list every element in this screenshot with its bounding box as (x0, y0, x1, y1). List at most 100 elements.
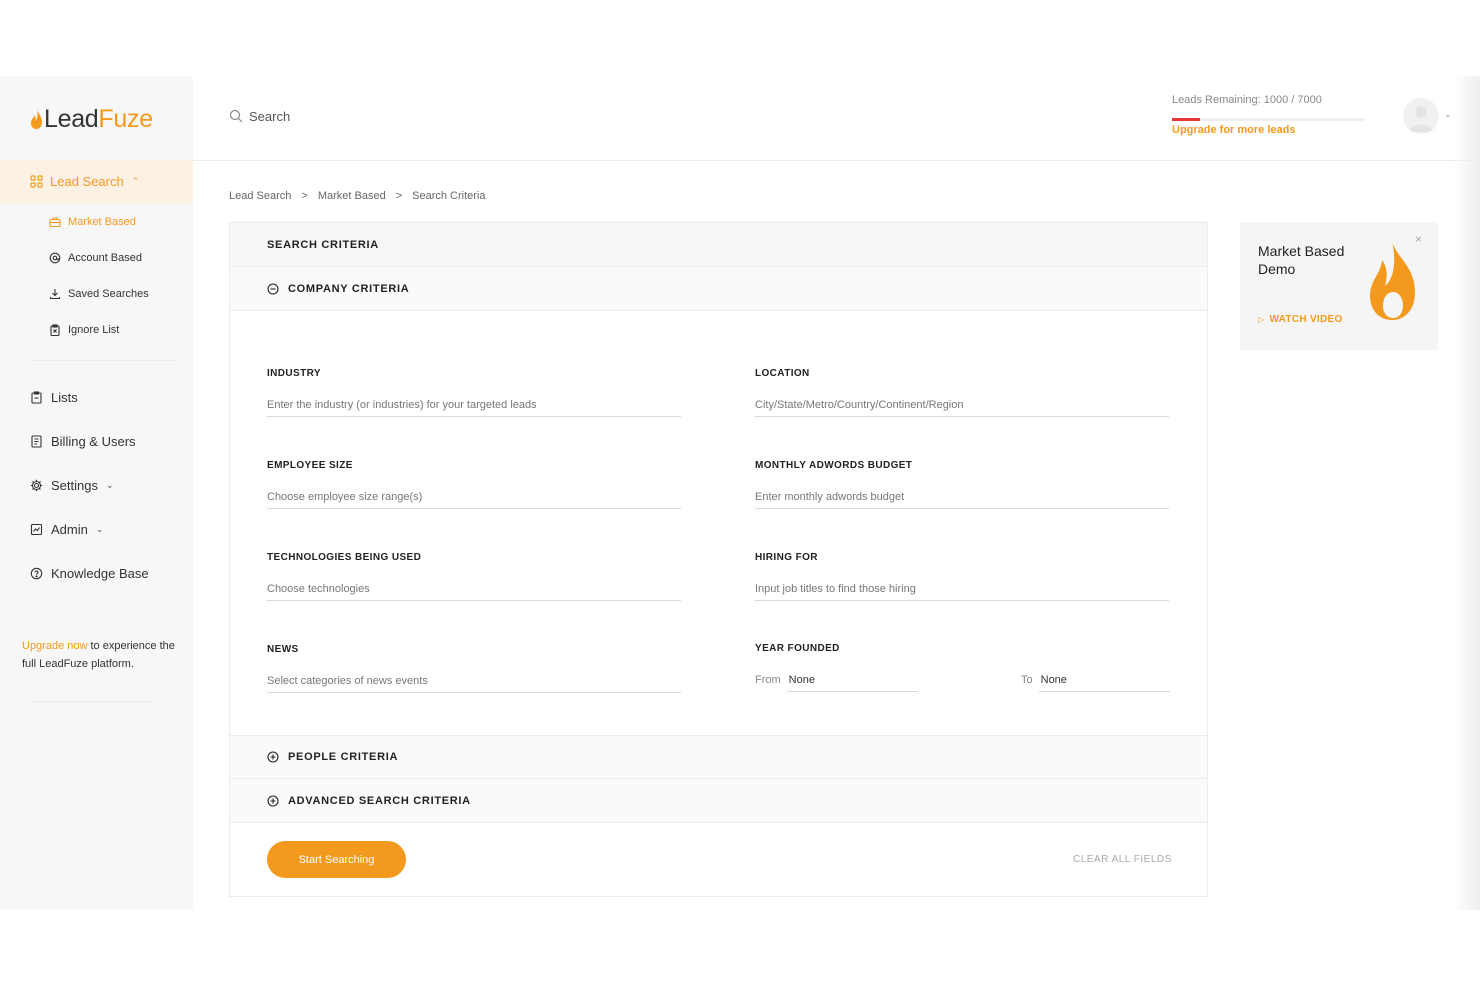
sidebar-item-account-based[interactable]: Account Based (0, 240, 193, 276)
chevron-down-icon: ⌄ (95, 523, 104, 534)
year-from-label: From (755, 674, 781, 686)
sidebar-item-label: Market Based (68, 216, 136, 228)
logo-text-lead: Lead (44, 104, 99, 133)
sidebar-item-admin[interactable]: Admin ⌄ (0, 507, 193, 551)
start-searching-button[interactable]: Start Searching (267, 841, 406, 878)
sidebar-divider (30, 360, 178, 361)
avatar[interactable] (1403, 98, 1439, 134)
flame-logo-icon (31, 109, 42, 129)
leads-progress-fill (1172, 118, 1200, 121)
demo-video-card: Market Based Demo × ▷ WATCH VIDEO (1240, 222, 1438, 350)
watch-video-link[interactable]: ▷ WATCH VIDEO (1258, 314, 1343, 325)
sidebar-item-label: Admin (51, 521, 88, 537)
location-label: LOCATION (755, 368, 810, 379)
top-header: Leads Remaining: 1000 / 7000 Upgrade for… (193, 76, 1480, 161)
sidebar-item-label: Billing & Users (51, 433, 136, 449)
year-founded-label: YEAR FOUNDED (755, 643, 840, 654)
gear-icon (30, 479, 43, 492)
user-icon (1409, 106, 1433, 132)
section-label: ADVANCED SEARCH CRITERIA (288, 794, 471, 807)
news-input[interactable] (267, 669, 681, 693)
news-label: NEWS (267, 644, 299, 655)
sidebar-divider (30, 701, 155, 702)
edge-shadow (1452, 76, 1480, 910)
year-to-group: To (1021, 668, 1170, 692)
hiring-for-input[interactable] (755, 577, 1169, 601)
sidebar-item-market-based[interactable]: Market Based (0, 204, 193, 240)
sidebar-item-saved-searches[interactable]: Saved Searches (0, 276, 193, 312)
sidebar-item-label: Account Based (68, 252, 142, 264)
upgrade-note: Upgrade now to experience the full LeadF… (22, 637, 182, 673)
search-criteria-card: SEARCH CRITERIA COMPANY CRITERIA INDUSTR… (229, 222, 1208, 897)
technologies-label: TECHNOLOGIES BEING USED (267, 552, 422, 563)
app-window: Lead Fuze Lead Search ⌃ Market Based Acco… (0, 76, 1480, 910)
year-to-label: To (1021, 674, 1033, 686)
sidebar-item-label: Saved Searches (68, 288, 149, 300)
receipt-icon (30, 434, 43, 448)
industry-label: INDUSTRY (267, 368, 321, 379)
adwords-budget-field: MONTHLY ADWORDS BUDGET (755, 460, 1169, 509)
year-from-group: From (755, 668, 918, 692)
plus-circle-icon (267, 794, 279, 807)
sidebar-item-settings[interactable]: Settings ⌄ (0, 463, 193, 507)
sidebar-item-billing-users[interactable]: Billing & Users (0, 419, 193, 463)
location-input[interactable] (755, 393, 1169, 417)
sidebar-item-label: Lead Search (50, 174, 124, 189)
breadcrumb: Lead Search > Market Based > Search Crit… (229, 190, 486, 202)
technologies-input[interactable] (267, 577, 681, 601)
hiring-for-label: HIRING FOR (755, 552, 818, 563)
sidebar-item-label: Lists (51, 389, 78, 405)
adwords-budget-input[interactable] (755, 485, 1169, 509)
briefcase-icon (49, 216, 61, 228)
hiring-for-field: HIRING FOR (755, 552, 1169, 601)
sidebar-item-lead-search[interactable]: Lead Search ⌃ (0, 160, 193, 203)
breadcrumb-lead-search[interactable]: Lead Search (229, 190, 291, 202)
sidebar-item-ignore-list[interactable]: Ignore List (0, 312, 193, 348)
breadcrumb-search-criteria: Search Criteria (412, 190, 486, 202)
breadcrumb-separator-icon: > (301, 190, 308, 202)
logo-text-fuze: Fuze (98, 104, 153, 133)
industry-field: INDUSTRY (267, 368, 681, 417)
chart-icon (30, 523, 43, 536)
sidebar-item-label: Ignore List (68, 324, 120, 336)
technologies-field: TECHNOLOGIES BEING USED (267, 552, 681, 601)
breadcrumb-market-based[interactable]: Market Based (318, 190, 386, 202)
location-field: LOCATION (755, 368, 1169, 417)
year-founded-field: YEAR FOUNDED From To (755, 643, 1170, 695)
sidebar-item-lists[interactable]: Lists (0, 375, 193, 419)
employee-size-input[interactable] (267, 485, 681, 509)
grid-icon (30, 175, 43, 188)
search-input[interactable] (249, 108, 509, 124)
employee-size-label: EMPLOYEE SIZE (267, 460, 353, 471)
adwords-budget-label: MONTHLY ADWORDS BUDGET (755, 460, 913, 471)
chevron-up-icon: ⌃ (131, 176, 140, 186)
chevron-down-icon[interactable]: ⌄ (1444, 109, 1452, 120)
people-criteria-toggle[interactable]: PEOPLE CRITERIA (230, 735, 1207, 779)
chevron-down-icon: ⌄ (105, 479, 114, 490)
at-sign-icon (49, 252, 61, 264)
breadcrumb-separator-icon: > (395, 190, 403, 202)
search-criteria-title: SEARCH CRITERIA (230, 223, 1207, 267)
industry-input[interactable] (267, 393, 681, 417)
employee-size-field: EMPLOYEE SIZE (267, 460, 681, 509)
flame-illustration-icon (1370, 241, 1415, 320)
download-icon (49, 288, 61, 300)
year-from-select[interactable] (786, 668, 918, 692)
sidebar-item-label: Knowledge Base (51, 565, 149, 581)
sidebar-item-label: Settings (51, 477, 98, 493)
year-to-select[interactable] (1038, 668, 1170, 692)
plus-circle-icon (267, 751, 279, 763)
help-circle-icon (30, 567, 43, 580)
company-criteria-toggle[interactable]: COMPANY CRITERIA (230, 267, 1207, 311)
upgrade-leads-link[interactable]: Upgrade for more leads (1172, 124, 1295, 136)
leadfuze-logo[interactable]: Lead Fuze (30, 104, 153, 134)
sidebar-item-knowledge-base[interactable]: Knowledge Base (0, 551, 193, 595)
advanced-criteria-toggle[interactable]: ADVANCED SEARCH CRITERIA (230, 779, 1207, 823)
demo-title: Market Based Demo (1258, 243, 1345, 277)
upgrade-now-link[interactable]: Upgrade now (22, 640, 87, 652)
leads-progress-bar (1172, 118, 1365, 121)
clear-all-fields-button[interactable]: CLEAR ALL FIELDS (1073, 854, 1172, 865)
section-label: PEOPLE CRITERIA (288, 751, 399, 763)
section-label: COMPANY CRITERIA (288, 282, 410, 295)
sidebar: Lead Fuze Lead Search ⌃ Market Based Acco… (0, 76, 193, 910)
